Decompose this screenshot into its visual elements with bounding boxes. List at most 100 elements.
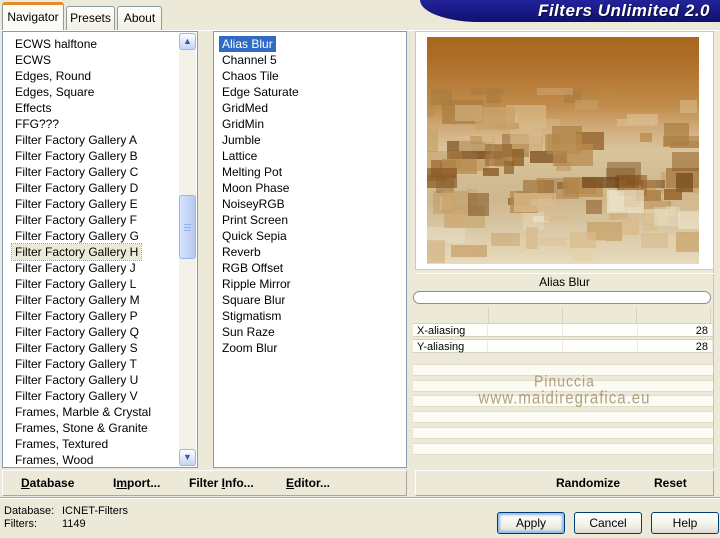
filter-item[interactable]: Chaos Tile [219,68,406,84]
preview-mosaic-block [619,218,639,235]
help-button[interactable]: Help [651,512,719,534]
tab-about[interactable]: About [117,6,162,30]
toolbar-button-randomize[interactable]: Randomize [556,476,620,490]
filter-item[interactable]: Reverb [219,244,406,260]
tab-navigator[interactable]: Navigator [2,2,64,30]
filter-item[interactable]: Lattice [219,148,406,164]
category-item[interactable]: Filter Factory Gallery M [12,292,197,308]
preview-frame [415,31,714,270]
filter-item[interactable]: Print Screen [219,212,406,228]
preview-image[interactable] [427,37,699,264]
param-slider-y-aliasing[interactable]: Y-aliasing 28 [413,339,713,353]
category-item[interactable]: Frames, Marble & Crystal [12,404,197,420]
filter-item[interactable]: Square Blur [219,292,406,308]
filter-item[interactable]: Moon Phase [219,180,406,196]
filter-item[interactable]: GridMed [219,100,406,116]
category-item-label: Edges, Square [15,85,95,99]
cancel-button[interactable]: Cancel [574,512,642,534]
preview-mosaic-block [664,122,689,146]
preview-mosaic-block [483,168,499,176]
category-item[interactable]: Filter Factory Gallery S [12,340,197,356]
category-item-label: Frames, Textured [15,437,109,451]
preview-mosaic-block [535,178,545,192]
filter-item[interactable]: NoiseyRGB [219,196,406,212]
category-item[interactable]: Filter Factory Gallery T [12,356,197,372]
filter-item[interactable]: Edge Saturate [219,84,406,100]
toolbar-button-reset[interactable]: Reset [654,476,687,490]
category-item[interactable]: Frames, Stone & Granite [12,420,197,436]
category-item[interactable]: Filter Factory Gallery A [12,132,197,148]
watermark-author: Pinuccia [534,371,595,391]
param-label: Y-aliasing [417,341,465,353]
category-item-label: Filter Factory Gallery D [15,181,139,195]
filter-item[interactable]: Stigmatism [219,308,406,324]
category-item-label: Effects [15,101,52,115]
category-item[interactable]: Filter Factory Gallery J [12,260,197,276]
toolbar-button-filterinfo[interactable]: Filter Info... [189,476,254,490]
filter-item-label: Print Screen [222,213,289,227]
category-item[interactable]: Filter Factory Gallery P [12,308,197,324]
tab-presets[interactable]: Presets [66,6,115,30]
category-item[interactable]: Filter Factory Gallery E [12,196,197,212]
category-item[interactable]: ECWS halftone [12,36,197,52]
category-item[interactable]: Filter Factory Gallery D [12,180,197,196]
category-item[interactable]: Filter Factory Gallery C [12,164,197,180]
filter-item[interactable]: Ripple Mirror [219,276,406,292]
preview-mosaic-block [676,232,699,253]
toolbar-button-import[interactable]: Import... [113,476,160,490]
filter-item-label: Alias Blur [219,36,276,52]
category-item[interactable]: Frames, Wood [12,452,197,467]
category-item[interactable]: Filter Factory Gallery L [12,276,197,292]
preview-mosaic-block [581,177,620,189]
filter-item-label: Sun Raze [222,325,275,339]
filter-item[interactable]: Alias Blur [219,36,406,52]
category-item[interactable]: Filter Factory Gallery U [12,372,197,388]
category-item[interactable]: Filter Factory Gallery F [12,212,197,228]
preview-mosaic-block [575,100,599,111]
preview-mosaic-block [485,144,513,166]
param-slider-x-aliasing[interactable]: X-aliasing 28 [413,323,713,337]
preview-mosaic-block [469,136,483,144]
slider-ticks [415,307,711,323]
category-item[interactable]: Filter Factory Gallery B [12,148,197,164]
filter-item[interactable]: Zoom Blur [219,340,406,356]
preview-mosaic-block [427,175,447,182]
category-item[interactable]: Filter Factory Gallery H [10,243,197,261]
filter-item[interactable]: RGB Offset [219,260,406,276]
category-item[interactable]: Filter Factory Gallery G [12,228,197,244]
category-item-label: Filter Factory Gallery C [15,165,139,179]
filter-item[interactable]: Jumble [219,132,406,148]
scroll-up-icon[interactable]: ▲ [179,33,196,50]
preview-mosaic-block [677,211,699,229]
toolbar-button-editor[interactable]: Editor... [286,476,330,490]
category-item[interactable]: Effects [12,100,197,116]
filter-item[interactable]: Sun Raze [219,324,406,340]
category-item[interactable]: Frames, Textured [12,436,197,452]
category-scrollbar[interactable]: ▲ ▼ [179,33,196,466]
scroll-down-icon[interactable]: ▼ [179,449,196,466]
category-item[interactable]: Filter Factory Gallery V [12,388,197,404]
toolbar-button-database[interactable]: Database [21,476,74,490]
preview-panel: Alias Blur X-aliasing 28 Y-aliasing 28 Pinu… [413,31,714,468]
category-item-label: Filter Factory Gallery E [15,197,138,211]
filter-item-label: Square Blur [222,293,286,307]
filter-item[interactable]: Melting Pot [219,164,406,180]
apply-button[interactable]: Apply [497,512,565,534]
filters-unlimited-window: Filters Unlimited 2.0 Presets About Navi… [0,0,720,538]
filter-item-label: Zoom Blur [222,341,278,355]
filter-item[interactable]: Channel 5 [219,52,406,68]
filter-item[interactable]: GridMin [219,116,406,132]
category-item[interactable]: Edges, Square [12,84,197,100]
category-item[interactable]: Filter Factory Gallery Q [12,324,197,340]
toolbar-right: Randomize Reset [415,470,714,496]
empty-param-row [413,442,713,455]
preview-mosaic-block [640,233,668,249]
filter-item[interactable]: Quick Sepia [219,228,406,244]
category-item[interactable]: FFG??? [12,116,197,132]
filter-item-label: Stigmatism [222,309,282,323]
category-item-label: Filter Factory Gallery Q [15,325,140,339]
preview-mosaic-block [653,206,681,227]
category-item[interactable]: ECWS [12,52,197,68]
scrollbar-thumb[interactable] [179,195,196,259]
category-item[interactable]: Edges, Round [12,68,197,84]
